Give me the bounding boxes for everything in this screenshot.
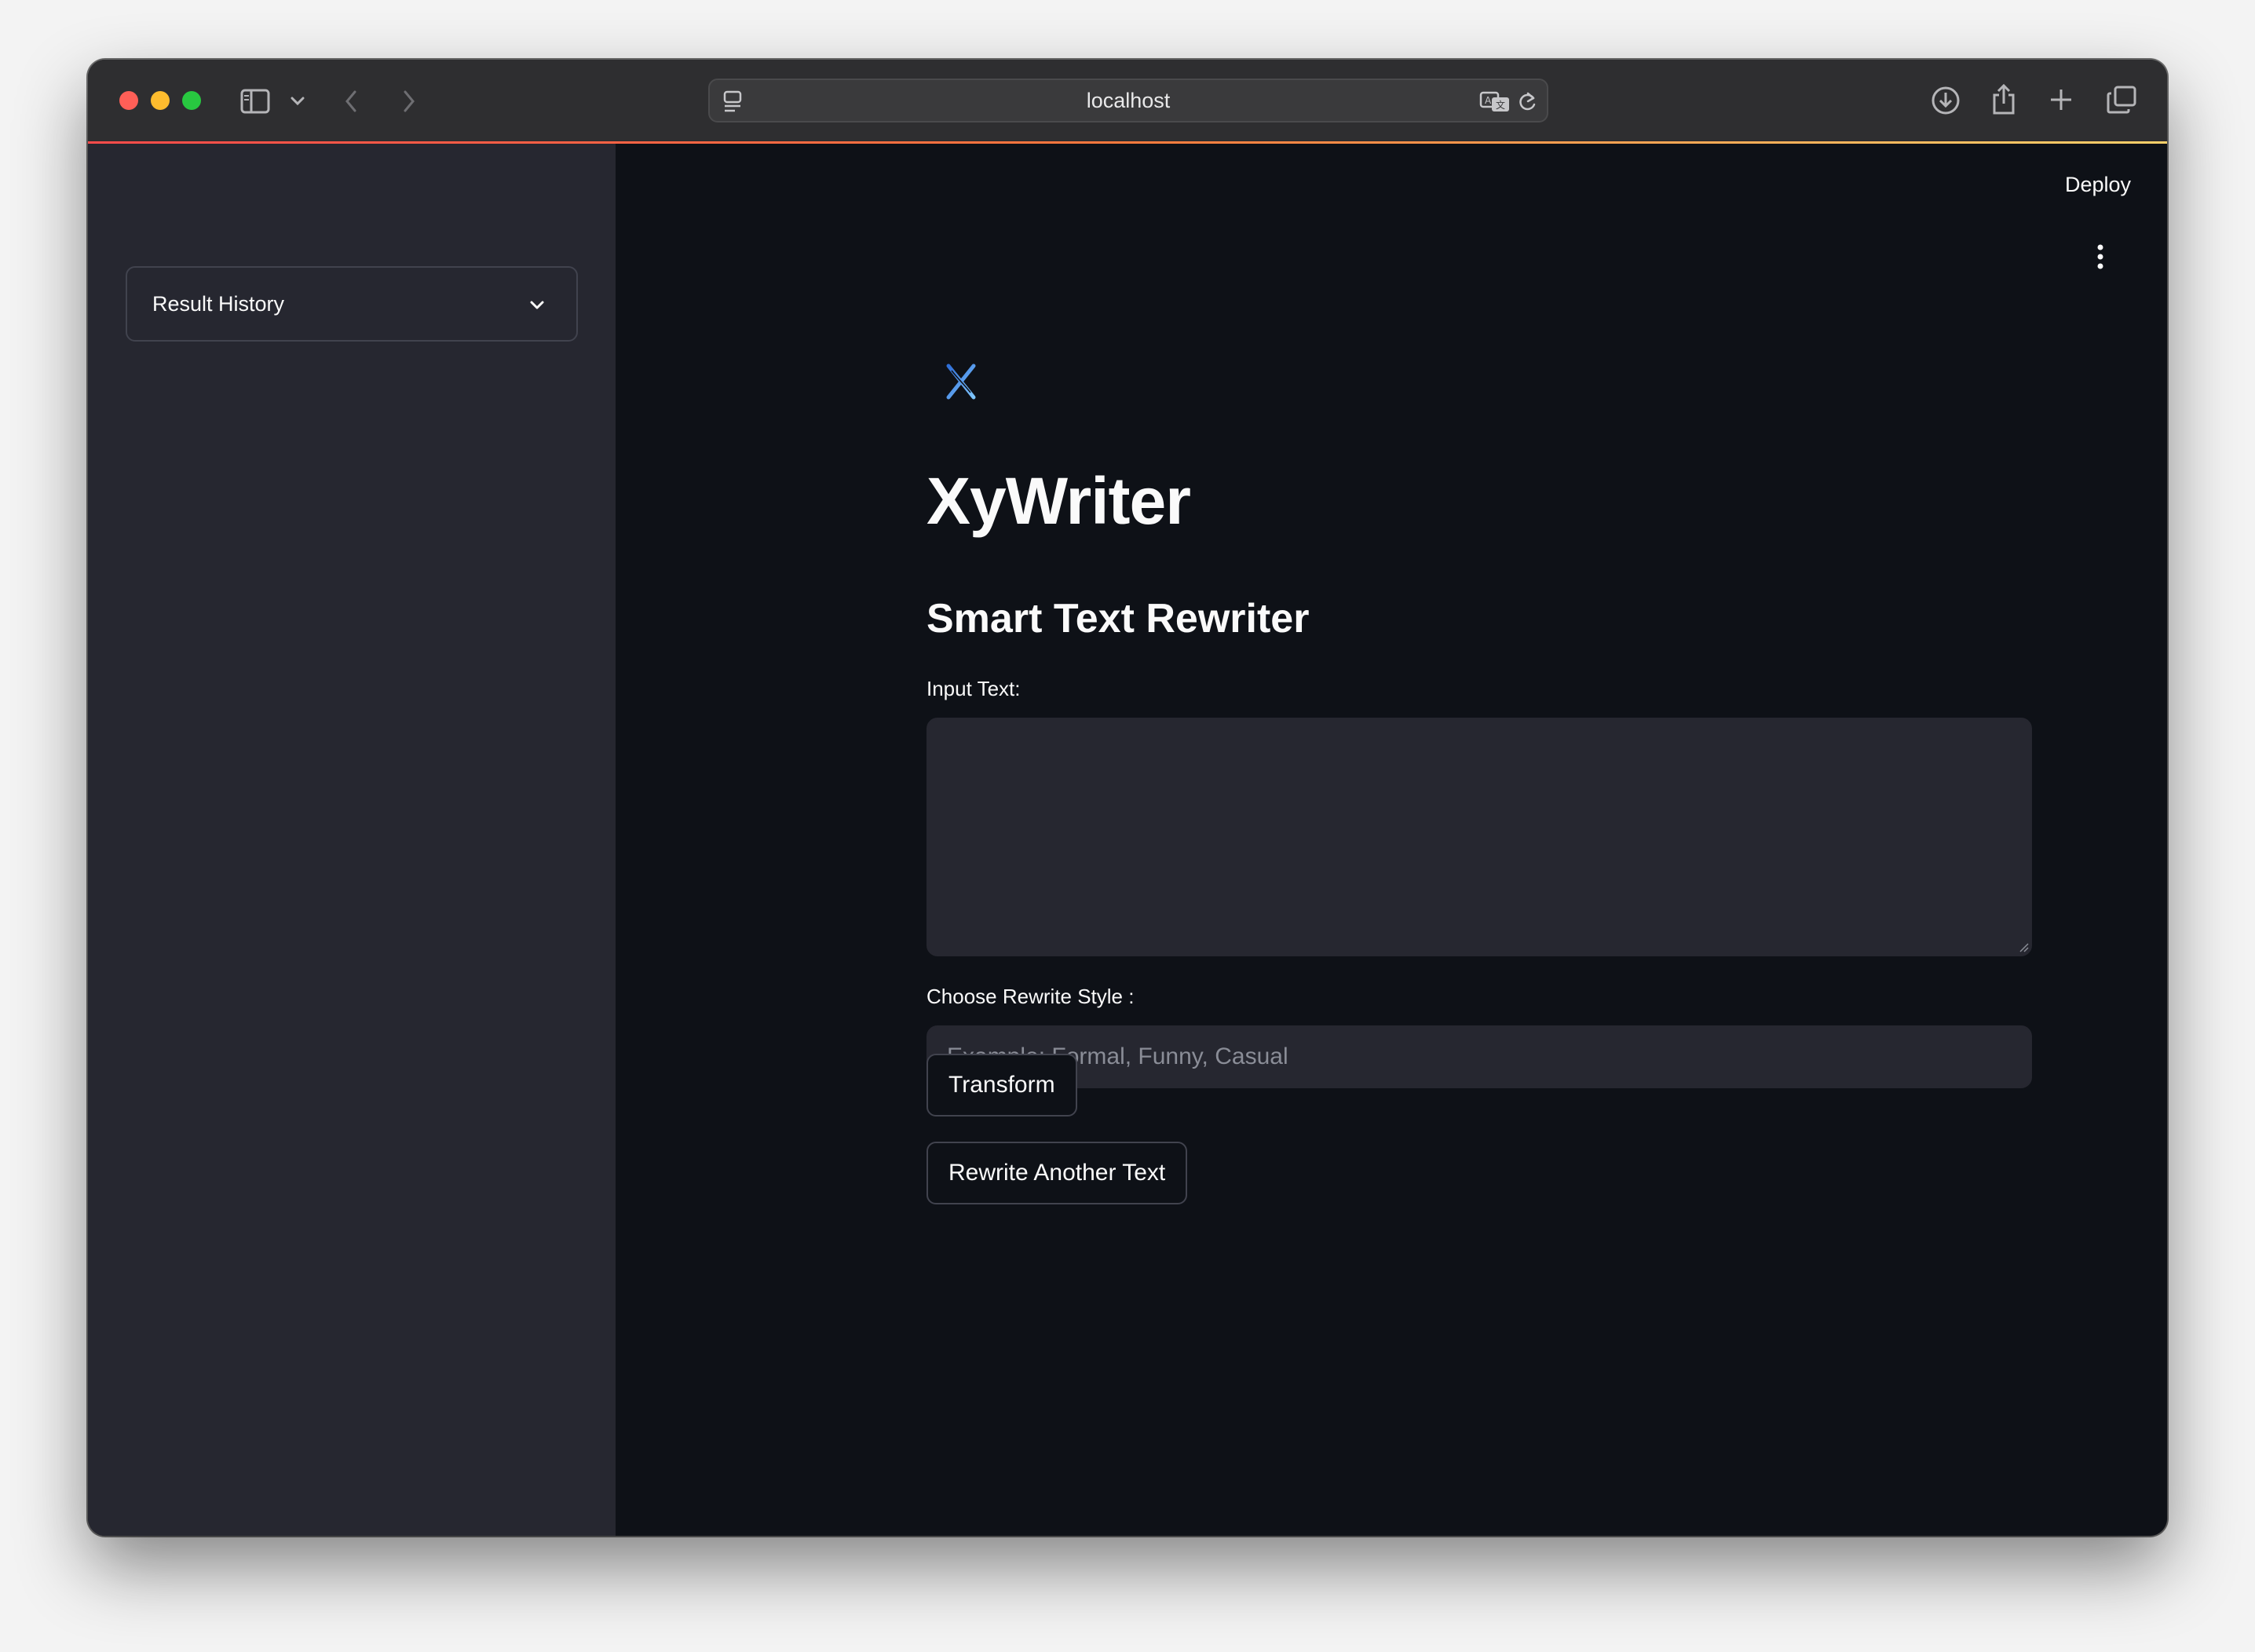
browser-toolbar: localhost A文 <box>88 60 2167 143</box>
minimize-window-button[interactable] <box>151 91 170 110</box>
rewrite-another-text-button[interactable]: Rewrite Another Text <box>926 1142 1188 1204</box>
page-title: XyWriter <box>926 464 1191 538</box>
chevron-right-icon[interactable] <box>399 88 419 115</box>
sidebar: Result History <box>88 144 616 1536</box>
result-history-label: Result History <box>152 291 285 316</box>
reload-icon[interactable] <box>1515 90 1539 115</box>
chevron-left-icon[interactable] <box>341 88 361 115</box>
url-text: localhost <box>1086 88 1171 112</box>
deploy-button[interactable]: Deploy <box>2065 166 2159 203</box>
tabs-icon[interactable] <box>2106 85 2137 115</box>
share-icon[interactable] <box>1990 82 2018 116</box>
close-window-button[interactable] <box>119 91 138 110</box>
transform-button[interactable]: Transform <box>926 1054 1077 1117</box>
page-subtitle: Smart Text Rewriter <box>926 596 1310 641</box>
chevron-down-icon <box>528 296 546 315</box>
browser-window: localhost A文 Result History Deploy XyWri… <box>88 60 2167 1536</box>
plus-icon[interactable] <box>2048 86 2074 113</box>
download-icon[interactable] <box>1930 85 1961 116</box>
svg-text:文: 文 <box>1496 99 1505 111</box>
translate-icon[interactable]: A文 <box>1478 88 1512 115</box>
sidebar-icon[interactable] <box>239 86 272 116</box>
rewrite-style-input[interactable] <box>926 1025 2032 1088</box>
svg-text:A: A <box>1485 95 1492 106</box>
input-text-label: Input Text: <box>926 677 1021 700</box>
rewrite-style-label: Choose Rewrite Style : <box>926 985 1135 1008</box>
zoom-window-button[interactable] <box>182 91 201 110</box>
resize-handle-icon[interactable] <box>2019 942 2029 952</box>
result-history-expander[interactable]: Result History <box>126 266 578 342</box>
chevron-down-icon[interactable] <box>289 93 306 110</box>
app-logo-icon <box>944 363 978 400</box>
address-bar[interactable]: localhost A文 <box>708 79 1548 122</box>
input-text-area[interactable] <box>926 718 2032 956</box>
more-options-icon[interactable] <box>2096 243 2104 275</box>
